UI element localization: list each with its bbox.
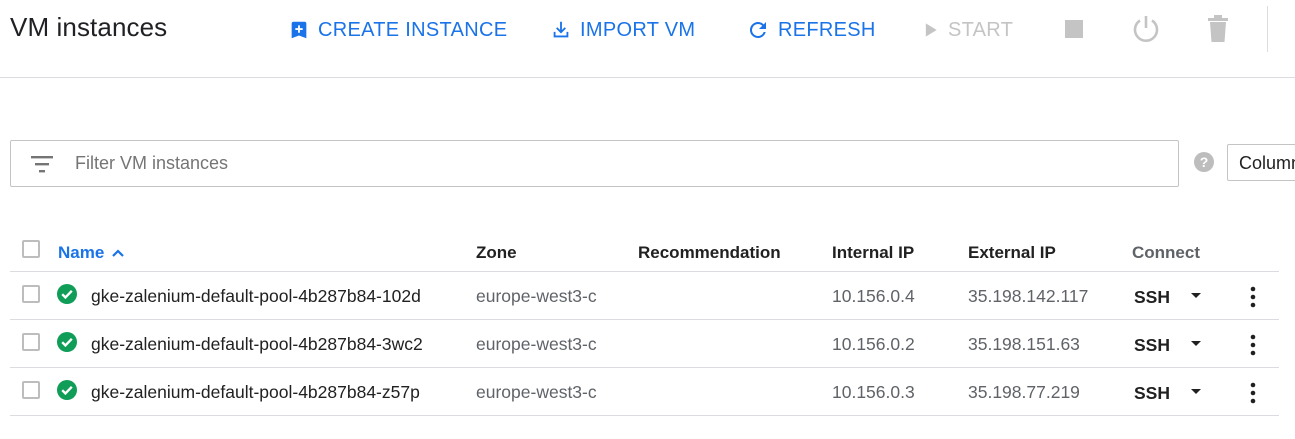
- chevron-down-icon[interactable]: [1190, 388, 1202, 396]
- stop-button[interactable]: [1058, 12, 1090, 46]
- column-header-name-label: Name: [58, 243, 105, 262]
- row-checkbox[interactable]: [22, 285, 40, 303]
- columns-button[interactable]: Columns: [1227, 144, 1295, 181]
- zone-cell: europe-west3-c: [476, 334, 597, 354]
- filter-list-icon: [31, 156, 53, 173]
- column-header-name[interactable]: Name: [58, 243, 128, 263]
- chevron-down-icon[interactable]: [1190, 340, 1202, 348]
- delete-button[interactable]: [1202, 12, 1234, 46]
- download-icon: [553, 21, 569, 38]
- ssh-button[interactable]: SSH: [1134, 287, 1170, 308]
- import-vm-label: IMPORT VM: [580, 18, 696, 41]
- add-box-icon: [291, 21, 307, 39]
- table-header: Name Zone Recommendation Internal IP Ext…: [10, 230, 1279, 272]
- import-vm-button[interactable]: IMPORT VM: [550, 14, 695, 46]
- reset-button[interactable]: [1130, 12, 1162, 46]
- column-header-zone[interactable]: Zone: [476, 243, 517, 263]
- table-row[interactable]: gke-zalenium-default-pool-4b287b84-3wc2 …: [10, 320, 1279, 368]
- svg-text:?: ?: [1200, 154, 1209, 170]
- internal-ip-cell: 10.156.0.3: [832, 382, 915, 402]
- zone-cell: europe-west3-c: [476, 382, 597, 402]
- external-ip-link[interactable]: 35.198.151.63: [968, 334, 1080, 355]
- play-icon: [925, 23, 937, 37]
- refresh-label: REFRESH: [778, 18, 876, 41]
- create-instance-button[interactable]: CREATE INSTANCE: [288, 14, 507, 46]
- table-row[interactable]: gke-zalenium-default-pool-4b287b84-z57p …: [10, 368, 1279, 416]
- ssh-button[interactable]: SSH: [1134, 335, 1170, 356]
- row-checkbox[interactable]: [22, 381, 40, 399]
- more-vert-icon[interactable]: [1248, 334, 1258, 356]
- external-ip-link[interactable]: 35.198.77.219: [968, 382, 1080, 403]
- power-icon: [1133, 16, 1159, 42]
- start-label: START: [948, 18, 1014, 41]
- column-header-internal-ip[interactable]: Internal IP: [832, 243, 914, 263]
- row-checkbox[interactable]: [22, 333, 40, 351]
- instance-name-link[interactable]: gke-zalenium-default-pool-4b287b84-z57p: [91, 382, 420, 403]
- refresh-button[interactable]: REFRESH: [746, 14, 876, 46]
- column-header-external-ip[interactable]: External IP: [968, 243, 1056, 263]
- check-circle-icon: [57, 284, 77, 304]
- chevron-down-icon[interactable]: [1190, 292, 1202, 300]
- check-circle-icon: [57, 380, 77, 400]
- ssh-button[interactable]: SSH: [1134, 383, 1170, 404]
- table-row[interactable]: gke-zalenium-default-pool-4b287b84-102d …: [10, 272, 1279, 320]
- filter-input[interactable]: [75, 141, 1165, 186]
- internal-ip-cell: 10.156.0.2: [832, 334, 915, 354]
- more-vert-icon[interactable]: [1248, 286, 1258, 308]
- check-circle-icon: [57, 332, 77, 352]
- create-instance-label: CREATE INSTANCE: [318, 18, 508, 41]
- trash-icon: [1208, 15, 1228, 42]
- page-title: VM instances: [10, 12, 168, 42]
- internal-ip-cell: 10.156.0.4: [832, 286, 915, 306]
- start-button[interactable]: START: [920, 14, 1013, 46]
- instance-name-link[interactable]: gke-zalenium-default-pool-4b287b84-3wc2: [91, 334, 423, 355]
- instance-name-link[interactable]: gke-zalenium-default-pool-4b287b84-102d: [91, 286, 421, 307]
- column-header-connect: Connect: [1132, 243, 1200, 262]
- sort-ascending-icon: [112, 249, 125, 257]
- column-header-recommendation[interactable]: Recommendation: [638, 243, 781, 263]
- select-all-checkbox[interactable]: [22, 240, 40, 258]
- more-vert-icon[interactable]: [1248, 382, 1258, 404]
- stop-icon: [1065, 20, 1083, 38]
- refresh-icon: [749, 21, 766, 38]
- toolbar-divider: [1267, 6, 1268, 52]
- external-ip-link[interactable]: 35.198.142.117: [968, 286, 1088, 307]
- zone-cell: europe-west3-c: [476, 286, 597, 306]
- page-header: VM instances CREATE INSTANCE IMPORT VM R…: [0, 0, 1295, 78]
- help-icon[interactable]: ?: [1193, 151, 1215, 173]
- filter-bar: [10, 140, 1179, 187]
